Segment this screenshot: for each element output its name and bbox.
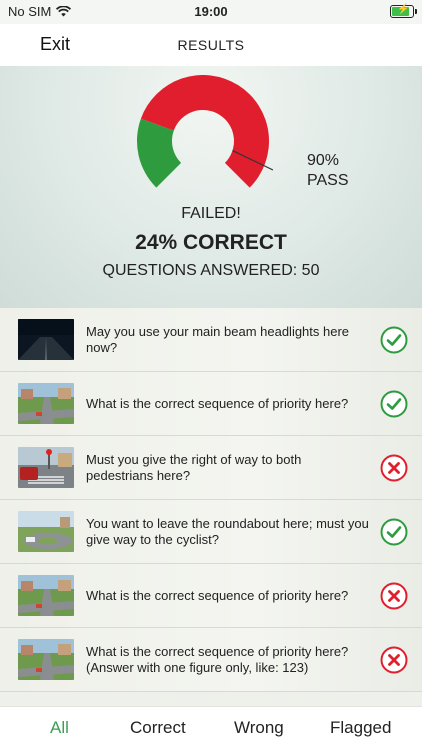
wrong-cross-icon [380,646,408,673]
battery-icon: ⚡ [390,4,417,18]
clock: 19:00 [194,4,228,19]
nav-bar: Exit RESULTS [0,24,422,66]
question-row[interactable]: What is the correct sequence of priority… [0,564,422,628]
wrong-cross-icon [380,454,408,481]
tab-flagged[interactable]: Flagged [330,718,391,738]
result-status: FAILED! [181,205,241,222]
status-bar: No SIM 19:00 ⚡ [0,0,422,24]
question-row[interactable]: What is the correct sequence of priority… [0,628,422,692]
pedestrian-crossing-image [18,447,74,488]
question-row[interactable]: What is the correct sequence of priority… [0,372,422,436]
correct-check-icon [380,326,408,353]
junction-image [18,575,74,616]
correct-percentage: 24% CORRECT [135,231,287,254]
junction-image [18,383,74,424]
question-row[interactable]: Must you give the right of way to both p… [0,436,422,500]
pass-percent: 90% [307,152,340,169]
question-text: What is the correct sequence of priority… [86,643,349,675]
page-title: RESULTS [177,37,245,53]
results-summary: 90% PASS FAILED! 24% CORRECT QUESTIONS A… [0,66,422,308]
junction-image [18,639,74,680]
filter-tabs: All Correct Wrong Flagged [0,706,422,751]
question-text: May you use your main beam headlights he… [86,323,350,355]
roundabout-image [18,511,74,552]
night-road-image [18,319,74,360]
gauge-correct-segment [137,118,182,188]
question-text: Must you give the right of way to both p… [86,451,302,483]
question-list: May you use your main beam headlights he… [0,308,422,692]
questions-answered: QUESTIONS ANSWERED: 50 [102,262,320,279]
tab-all[interactable]: All [50,718,69,738]
question-text: What is the correct sequence of priority… [86,587,349,603]
tab-correct[interactable]: Correct [130,718,186,738]
question-row[interactable]: May you use your main beam headlights he… [0,308,422,372]
pass-word: PASS [307,172,349,189]
question-text: You want to leave the roundabout here; m… [86,515,369,547]
correct-check-icon [380,390,408,417]
score-gauge [137,75,273,188]
pass-threshold-label: 90% PASS [307,151,349,191]
question-text: What is the correct sequence of priority… [86,395,349,411]
question-row[interactable]: You want to leave the roundabout here; m… [0,500,422,564]
correct-check-icon [380,518,408,545]
wrong-cross-icon [380,582,408,609]
tab-wrong[interactable]: Wrong [234,718,284,738]
